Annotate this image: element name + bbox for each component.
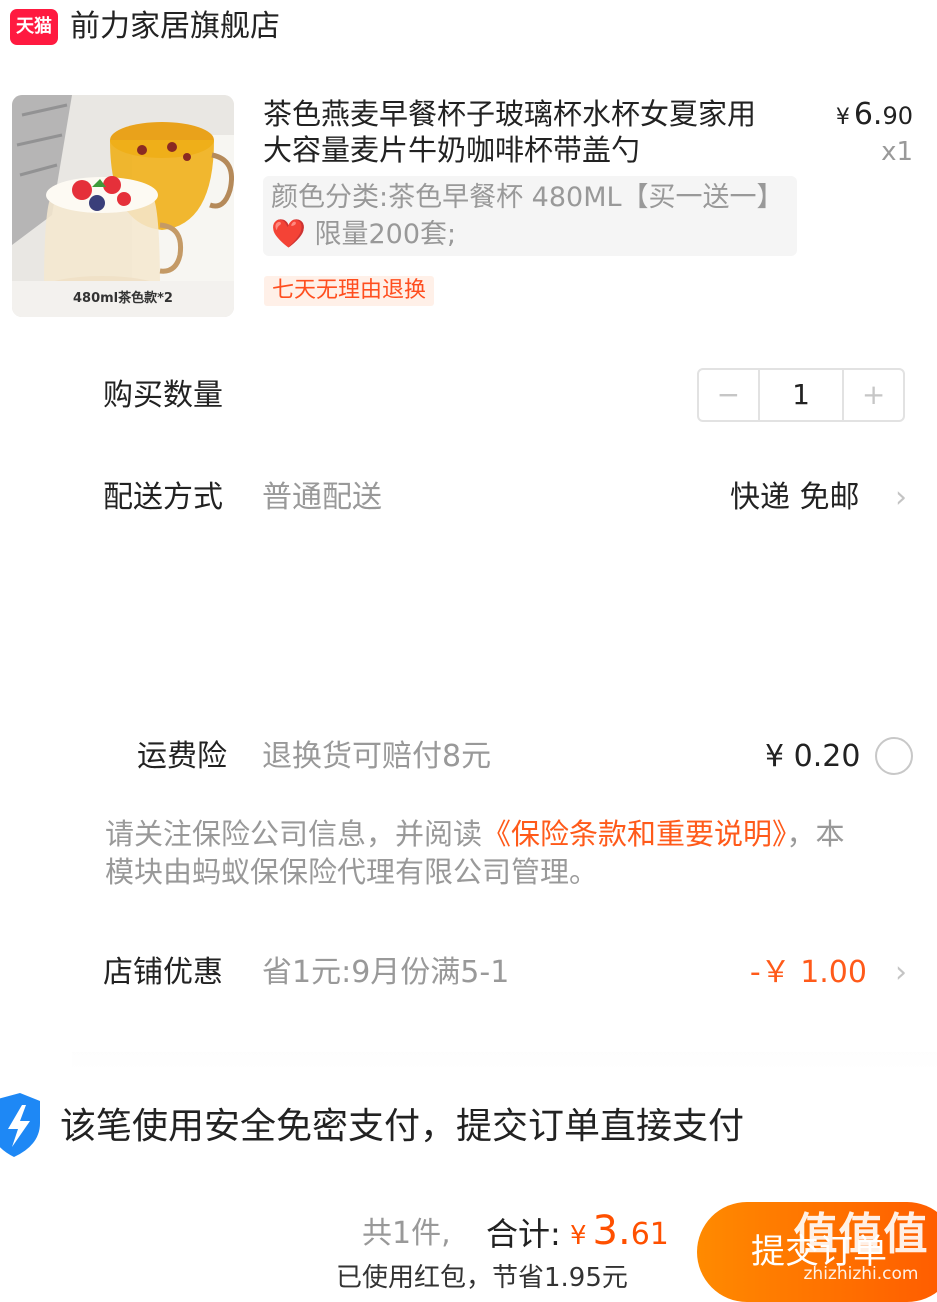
insurance-desc: 退换货可赔付8元 xyxy=(262,739,492,774)
watermark-logo: 值值值 xyxy=(793,1209,929,1260)
shield-lightning-icon xyxy=(0,1093,40,1157)
chevron-right-icon: › xyxy=(895,955,907,990)
delivery-method: 普通配送 xyxy=(262,480,382,515)
total-cents: 61 xyxy=(630,1217,669,1252)
product-price: ¥6.90 xyxy=(836,96,913,137)
total-symbol: ¥ xyxy=(570,1221,587,1251)
insurance-notice: 请关注保险公司信息，并阅读《保险条款和重要说明》，本模块由蚂蚁保保险代理有限公司… xyxy=(105,815,865,891)
sku-selector[interactable]: 颜色分类:茶色早餐杯 480ML【买一送一】 ❤️ 限量200套; xyxy=(263,176,797,256)
notice-prefix: 请关注保险公司信息，并阅读 xyxy=(105,817,483,851)
payment-banner-text: 该笔使用安全免密支付，提交订单直接支付 xyxy=(60,1106,745,1147)
delivery-row[interactable]: 配送方式 普通配送 快递 免邮 › xyxy=(0,470,937,530)
heart-icon: ❤️ xyxy=(271,217,306,250)
watermark-url: zhizhizhi.com xyxy=(803,1264,919,1284)
product-image[interactable]: 480ml茶色款*2 xyxy=(12,95,234,317)
increase-button[interactable]: + xyxy=(844,370,903,420)
delivery-label: 配送方式 xyxy=(103,480,223,515)
insurance-terms-link[interactable]: 《保险条款和重要说明》 xyxy=(482,817,787,851)
sku-suffix: 限量200套; xyxy=(305,219,457,250)
sku-prefix: 颜色分类:茶色早餐杯 480ML【买一送一】 xyxy=(271,182,784,213)
insurance-checkbox[interactable] xyxy=(875,737,913,775)
discount-desc: 省1元:9月份满5-1 xyxy=(262,955,510,990)
return-policy-badge: 七天无理由退换 xyxy=(264,276,435,306)
item-count: 共1件, xyxy=(362,1216,451,1251)
total-integer: 3. xyxy=(592,1208,631,1254)
delivery-value: 快递 免邮 xyxy=(730,480,860,515)
watermark: 值值值 zhizhizhi.com xyxy=(786,1206,936,1286)
price-symbol: ¥ xyxy=(835,105,850,130)
tmall-logo: 天猫 xyxy=(10,9,58,45)
total-amount: ¥3.61 xyxy=(570,1206,669,1261)
decrease-button[interactable]: − xyxy=(699,370,758,420)
price-integer: 6. xyxy=(853,97,883,132)
quantity-value[interactable]: 1 xyxy=(757,370,845,420)
store-header[interactable]: 天猫 前力家居旗舰店 xyxy=(0,0,937,56)
image-caption: 480ml茶色款*2 xyxy=(12,281,234,317)
price-cents: 90 xyxy=(882,102,913,130)
total-label: 合计: xyxy=(486,1215,561,1253)
quantity-label: 购买数量 xyxy=(103,378,223,413)
discount-label: 店铺优惠 xyxy=(103,955,223,990)
product-quantity: x1 xyxy=(881,137,913,167)
sku-text: 颜色分类:茶色早餐杯 480ML【买一送一】 ❤️ 限量200套; xyxy=(271,180,787,253)
quantity-stepper[interactable]: − 1 + xyxy=(697,368,905,422)
insurance-label: 运费险 xyxy=(137,739,227,774)
partial-row-divider xyxy=(72,1052,937,1070)
insurance-price: ¥ 0.20 xyxy=(765,739,861,774)
savings-note: 已使用红包，节省1.95元 xyxy=(336,1263,628,1293)
chevron-right-icon: › xyxy=(895,480,907,515)
product-title[interactable]: 茶色燕麦早餐杯子玻璃杯水杯女夏家用大容量麦片牛奶咖啡杯带盖勺 xyxy=(263,96,783,168)
discount-value: -￥ 1.00 xyxy=(749,955,867,990)
store-name[interactable]: 前力家居旗舰店 xyxy=(70,8,280,46)
